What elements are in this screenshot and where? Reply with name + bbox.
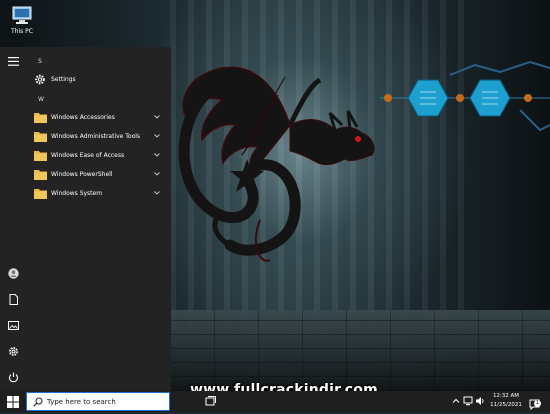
dragon-wallpaper-image: [178, 66, 375, 262]
chevron-down-icon: [154, 153, 160, 157]
desktop-icon-label: This PC: [11, 28, 33, 35]
start-button[interactable]: [0, 391, 26, 412]
action-center-button[interactable]: 1: [529, 395, 541, 411]
chevron-down-icon: [154, 134, 160, 138]
taskbar-clock[interactable]: 12:32 AM 11/25/2021: [485, 392, 527, 410]
section-header-w[interactable]: W: [38, 96, 44, 103]
chevron-up-icon[interactable]: [452, 397, 460, 405]
app-item-windows-ease-of-access[interactable]: Windows Ease of Access: [26, 147, 171, 165]
taskbar-search-box[interactable]: Type here to search: [26, 392, 170, 411]
search-icon: [33, 397, 43, 407]
app-item-label: Windows Administrative Tools: [51, 133, 141, 140]
app-item-windows-powershell[interactable]: Windows PowerShell: [26, 166, 171, 184]
notification-badge: 1: [534, 400, 541, 407]
chevron-down-icon: [154, 191, 160, 195]
network-icon[interactable]: [463, 396, 473, 406]
app-item-windows-accessories[interactable]: Windows Accessories: [26, 109, 171, 127]
clock-date: 11/25/2021: [490, 402, 522, 408]
taskbar: Type here to search 12:32 AM 11/25/2021 …: [0, 391, 550, 412]
clock-time: 12:32 AM: [492, 393, 520, 399]
folder-icon: [34, 189, 47, 199]
user-account-icon[interactable]: [8, 268, 19, 279]
start-menu-rail: [0, 47, 26, 391]
this-pc-icon: [12, 6, 32, 24]
section-header-s[interactable]: S: [38, 58, 42, 65]
app-item-label: Windows PowerShell: [51, 171, 113, 178]
pictures-icon[interactable]: [8, 320, 19, 331]
folder-icon: [34, 132, 47, 142]
start-menu: S Settings W Windows Accessories Windows…: [0, 47, 171, 391]
gear-icon: [35, 74, 45, 85]
documents-icon[interactable]: [8, 294, 19, 305]
folder-icon: [34, 170, 47, 180]
app-item-label: Settings: [51, 76, 76, 83]
settings-icon[interactable]: [8, 346, 19, 357]
desktop-icon-this-pc[interactable]: This PC: [4, 4, 40, 35]
wallpaper-floor: [170, 310, 550, 391]
app-item-label: Windows System: [51, 190, 103, 197]
power-icon[interactable]: [8, 372, 19, 383]
folder-icon: [34, 151, 47, 161]
search-placeholder: Type here to search: [47, 398, 116, 406]
app-item-windows-system[interactable]: Windows System: [26, 185, 171, 203]
app-item-label: Windows Accessories: [51, 114, 115, 121]
volume-icon[interactable]: [475, 396, 485, 406]
app-item-label: Windows Ease of Access: [51, 152, 125, 159]
circuit-hexagon-graphic: [380, 60, 550, 132]
task-view-icon[interactable]: [205, 396, 217, 407]
app-item-windows-administrative-tools[interactable]: Windows Administrative Tools: [26, 128, 171, 146]
hamburger-menu-icon[interactable]: [8, 56, 19, 67]
folder-icon: [34, 113, 47, 123]
app-item-settings[interactable]: Settings: [26, 71, 171, 89]
chevron-down-icon: [154, 172, 160, 176]
chevron-down-icon: [154, 115, 160, 119]
windows-logo-icon: [7, 395, 19, 408]
